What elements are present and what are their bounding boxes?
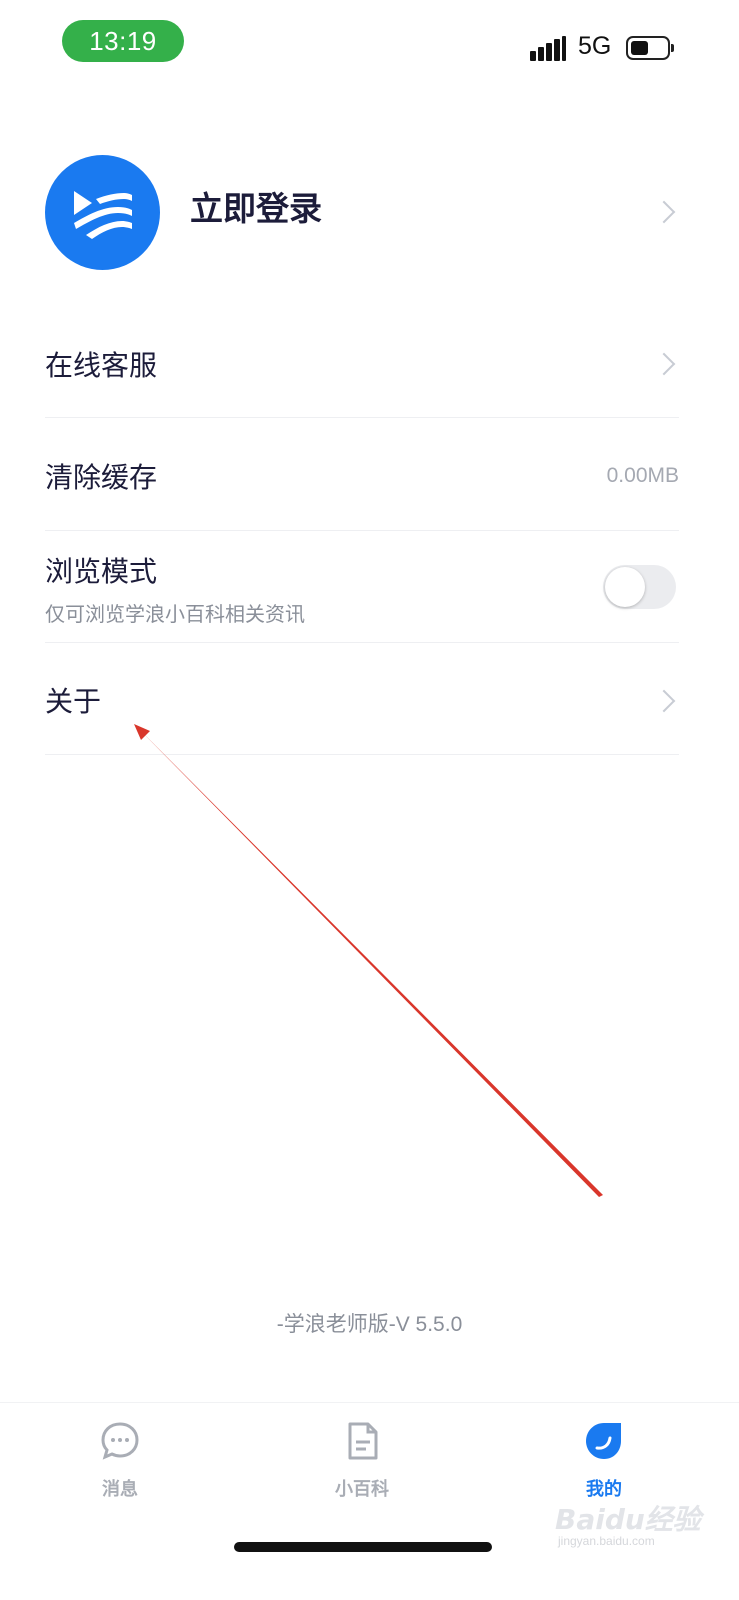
version-text: -学浪老师版-V 5.5.0 — [276, 1313, 463, 1336]
baidu-watermark: Baidu经验 — [555, 1503, 701, 1536]
tab-mine[interactable]: 我的 — [544, 1421, 664, 1501]
document-icon — [348, 1422, 378, 1460]
annotation-arrow — [134, 724, 603, 1197]
tab-encyclopedia[interactable]: 小百科 — [302, 1421, 422, 1501]
tab-messages[interactable]: 消息 — [60, 1421, 180, 1501]
watermark-url: jingyan.baidu.com — [558, 1534, 655, 1548]
home-indicator[interactable] — [234, 1542, 492, 1552]
chat-bubble-icon — [101, 1422, 139, 1460]
tab-label: 小百科 — [335, 1479, 389, 1500]
tab-label: 消息 — [102, 1479, 138, 1500]
profile-drop-icon — [586, 1423, 621, 1459]
